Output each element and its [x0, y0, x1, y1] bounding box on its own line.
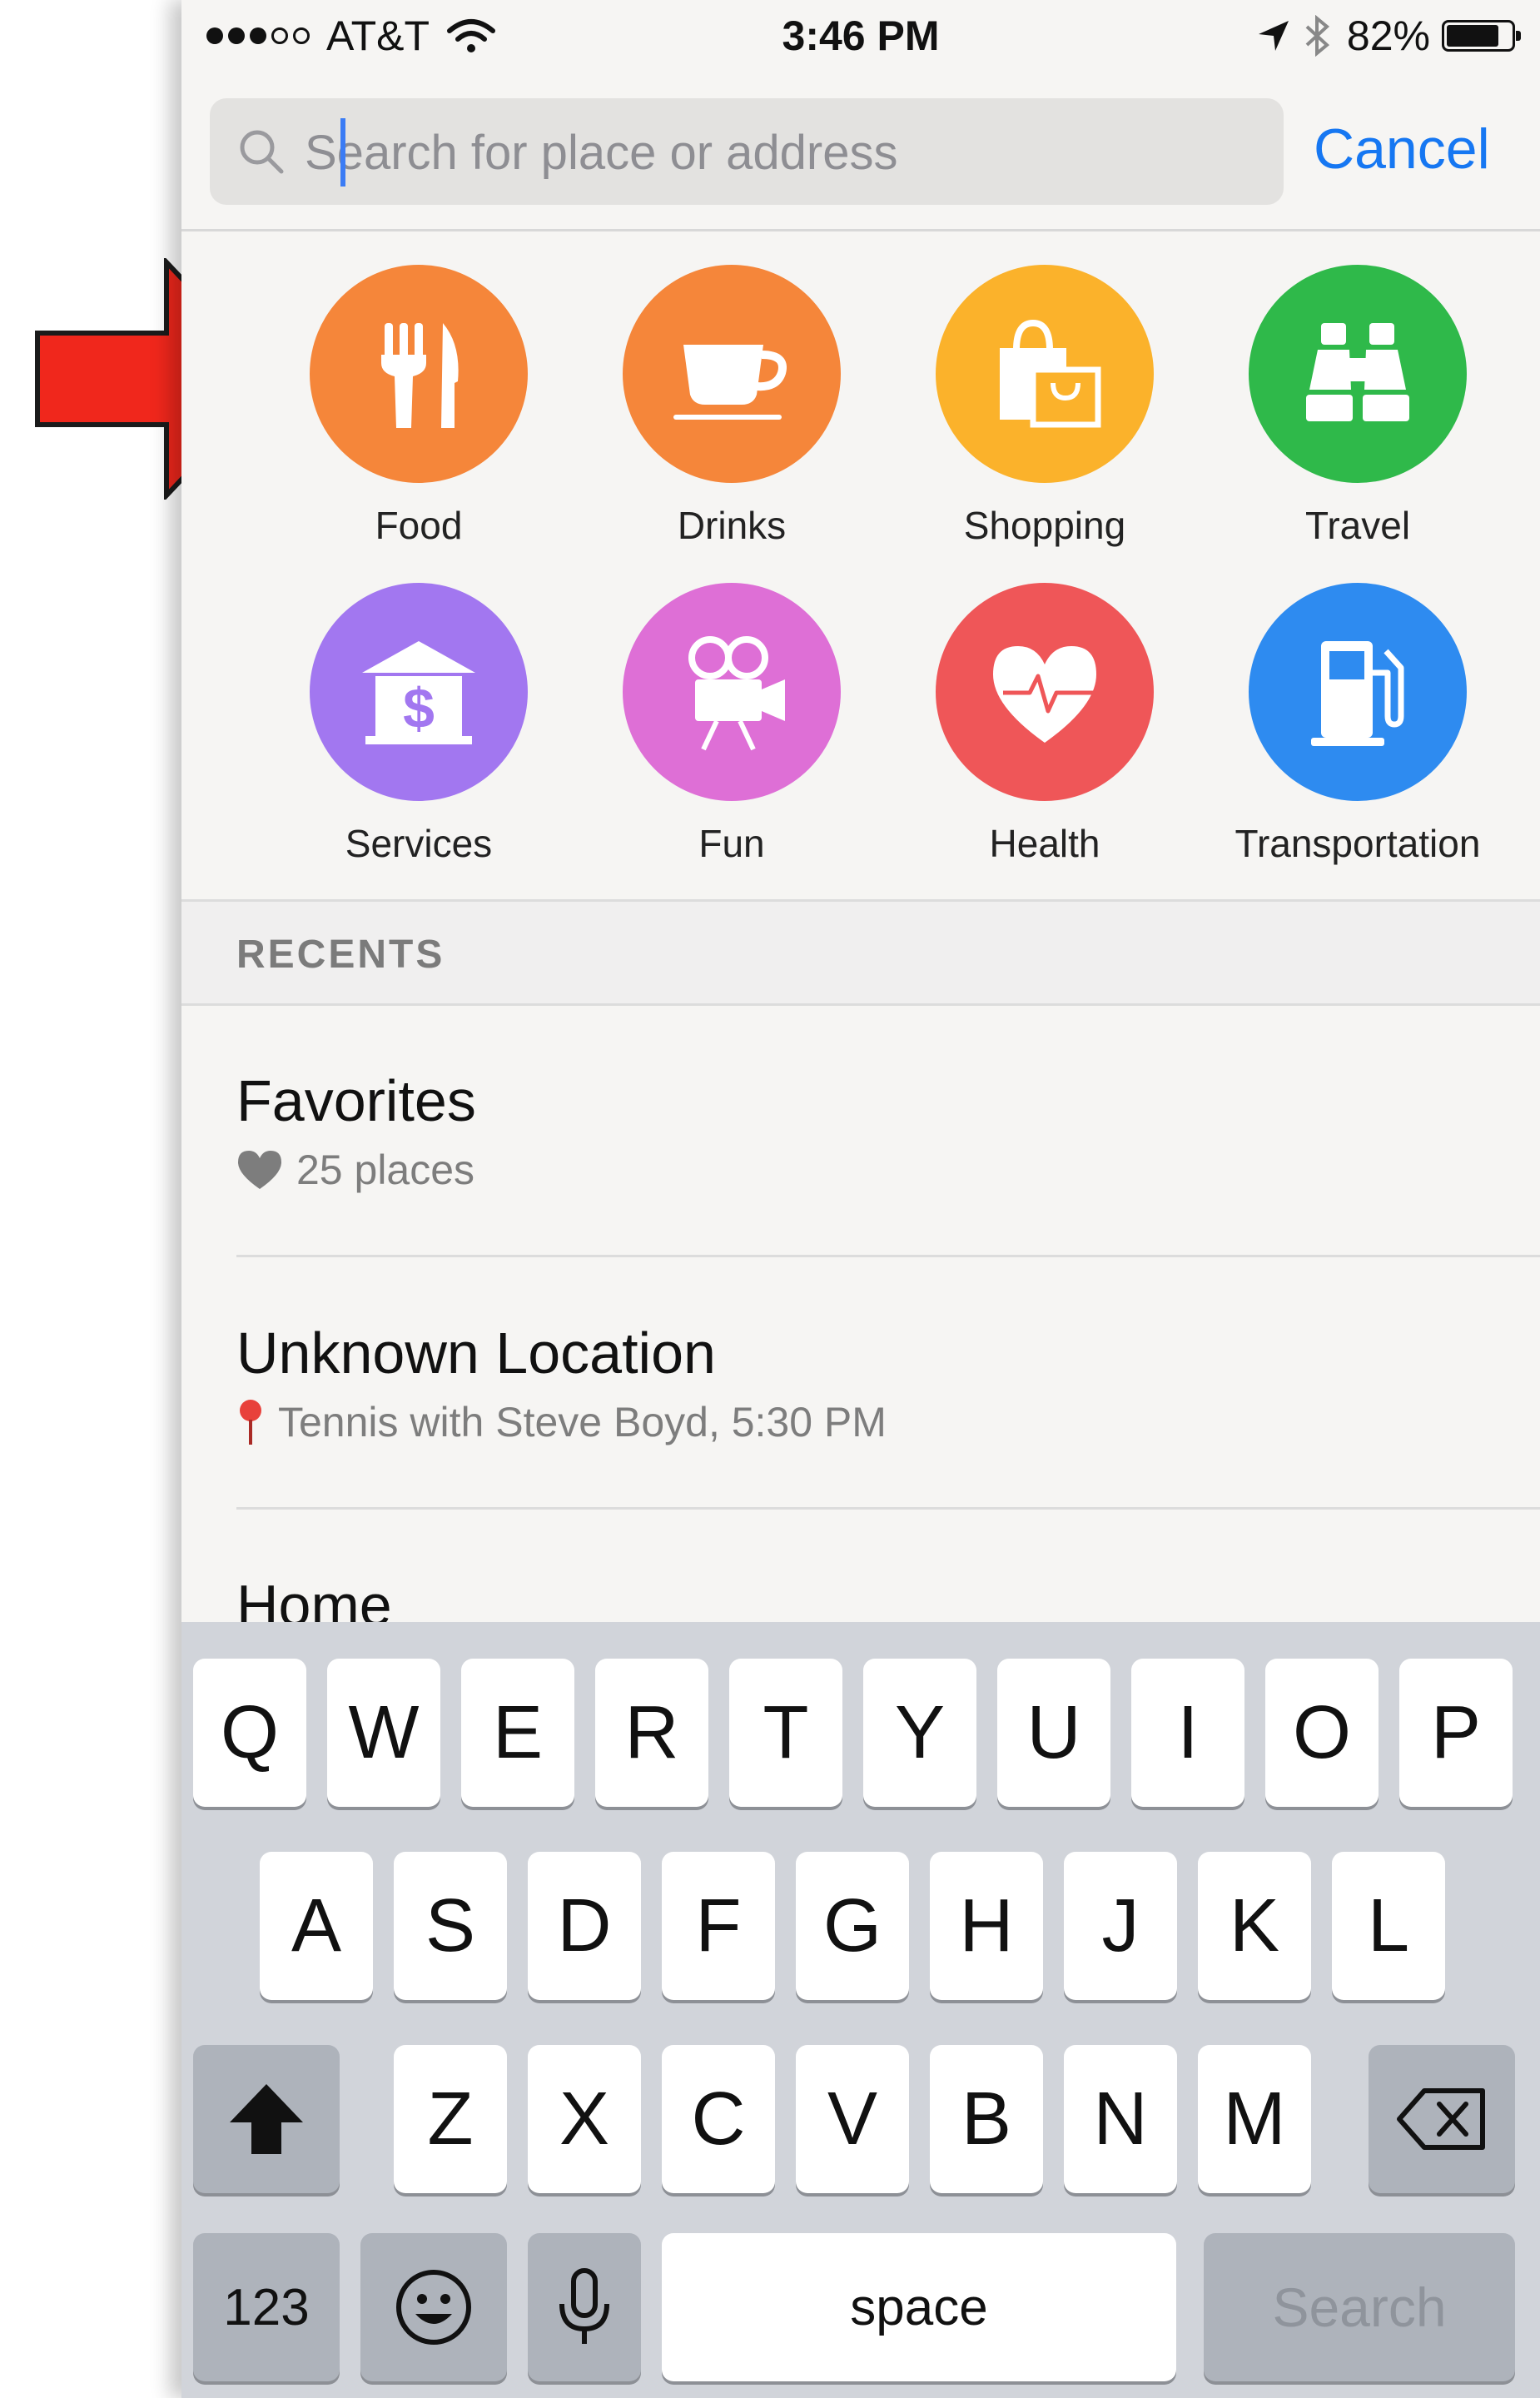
recent-item-favorites[interactable]: Favorites 25 places — [236, 1067, 1540, 1194]
key-w[interactable]: W — [327, 1659, 440, 1807]
search-icon — [240, 130, 284, 174]
category-label: Fun — [698, 822, 765, 865]
key-o[interactable]: O — [1265, 1659, 1379, 1807]
search-input[interactable] — [303, 110, 1255, 195]
key-s[interactable]: S — [394, 1852, 507, 2000]
dictation-key[interactable] — [528, 2233, 641, 2381]
divider — [181, 229, 1540, 231]
location-arrow-icon — [1258, 21, 1289, 51]
category-shopping[interactable]: Shopping — [878, 265, 1211, 548]
recents-section-header: RECENTS — [181, 899, 1540, 1006]
recent-item-title: Unknown Location — [236, 1321, 716, 1386]
category-food[interactable]: Food — [252, 265, 585, 548]
movie-camera-icon — [688, 636, 785, 751]
key-n[interactable]: N — [1064, 2045, 1177, 2193]
key-f[interactable]: F — [662, 1852, 775, 2000]
key-x[interactable]: X — [528, 2045, 641, 2193]
category-label: Transportation — [1234, 822, 1481, 865]
category-label: Health — [989, 822, 1100, 865]
category-label: Services — [345, 822, 493, 865]
category-shopping-circle — [936, 265, 1154, 483]
category-services-circle: $ — [310, 583, 528, 801]
category-transportation[interactable]: Transportation — [1191, 583, 1524, 866]
keyboard: Q W E R T Y U I O P A S D F G H J K L Z … — [181, 1622, 1540, 2398]
divider — [236, 1507, 1540, 1510]
category-fun-circle — [623, 583, 841, 801]
key-h[interactable]: H — [930, 1852, 1043, 2000]
backspace-key[interactable] — [1369, 2045, 1515, 2193]
category-label: Drinks — [677, 504, 787, 547]
recent-item-unknown-location[interactable]: Unknown Location Tennis with Steve Boyd,… — [236, 1320, 1540, 1446]
search-bar[interactable] — [210, 98, 1284, 205]
key-i[interactable]: I — [1131, 1659, 1244, 1807]
category-transportation-circle — [1249, 583, 1467, 801]
divider — [236, 1255, 1540, 1257]
heart-icon — [238, 1151, 281, 1189]
search-key[interactable]: Search — [1204, 2233, 1515, 2381]
text-cursor — [340, 118, 345, 187]
recent-item-title: Favorites — [236, 1068, 476, 1133]
space-key[interactable]: space — [662, 2233, 1176, 2381]
map-pin-icon — [240, 1400, 261, 1445]
key-d[interactable]: D — [528, 1852, 641, 2000]
binoculars-icon — [1306, 323, 1409, 421]
key-t[interactable]: T — [729, 1659, 842, 1807]
cancel-button[interactable]: Cancel — [1314, 117, 1490, 182]
svg-text:$: $ — [403, 677, 435, 740]
bank-icon: $ — [362, 641, 475, 744]
shopping-bags-icon — [1000, 319, 1101, 428]
category-health[interactable]: Health — [878, 583, 1211, 866]
category-label: Food — [375, 504, 463, 547]
key-k[interactable]: K — [1198, 1852, 1311, 2000]
key-m[interactable]: M — [1198, 2045, 1311, 2193]
key-j[interactable]: J — [1064, 1852, 1177, 2000]
recent-item-subtitle: 25 places — [296, 1147, 475, 1193]
key-r[interactable]: R — [595, 1659, 708, 1807]
shift-key[interactable] — [193, 2045, 340, 2193]
bluetooth-icon — [1305, 15, 1329, 57]
category-label: Shopping — [963, 504, 1126, 547]
key-y[interactable]: Y — [863, 1659, 976, 1807]
battery-percent: 82% — [1346, 12, 1430, 59]
category-drinks-circle — [623, 265, 841, 483]
numbers-key[interactable]: 123 — [193, 2233, 340, 2381]
key-v[interactable]: V — [796, 2045, 909, 2193]
key-q[interactable]: Q — [193, 1659, 306, 1807]
maps-search-screen: AT&T 3:46 PM 82% Cancel — [181, 0, 1540, 2398]
category-drinks[interactable]: Drinks — [565, 265, 898, 548]
category-fun[interactable]: Fun — [565, 583, 898, 866]
key-a[interactable]: A — [260, 1852, 373, 2000]
recents-title: RECENTS — [236, 933, 445, 977]
fuel-pump-icon — [1311, 641, 1404, 746]
key-l[interactable]: L — [1332, 1852, 1445, 2000]
key-e[interactable]: E — [461, 1659, 574, 1807]
backspace-icon — [1397, 2088, 1485, 2150]
category-label: Travel — [1304, 504, 1411, 547]
recent-item-subtitle: Tennis with Steve Boyd, 5:30 PM — [278, 1399, 887, 1445]
heart-pulse-icon — [993, 646, 1103, 743]
category-health-circle — [936, 583, 1154, 801]
key-b[interactable]: B — [930, 2045, 1043, 2193]
key-g[interactable]: G — [796, 1852, 909, 2000]
emoji-key[interactable] — [360, 2233, 507, 2381]
category-travel-circle — [1249, 265, 1467, 483]
shift-arrow-icon — [230, 2084, 303, 2154]
key-u[interactable]: U — [997, 1659, 1110, 1807]
category-services[interactable]: $ Services — [252, 583, 585, 866]
emoji-icon — [396, 2270, 471, 2345]
category-food-circle — [310, 265, 528, 483]
status-bar: AT&T 3:46 PM 82% — [181, 0, 1540, 75]
coffee-cup-icon — [673, 345, 787, 420]
key-c[interactable]: C — [662, 2045, 775, 2193]
key-p[interactable]: P — [1399, 1659, 1513, 1807]
key-z[interactable]: Z — [394, 2045, 507, 2193]
category-travel[interactable]: Travel — [1191, 265, 1524, 548]
microphone-icon — [559, 2268, 609, 2344]
fork-knife-icon — [381, 323, 459, 428]
battery-icon — [1442, 20, 1521, 52]
